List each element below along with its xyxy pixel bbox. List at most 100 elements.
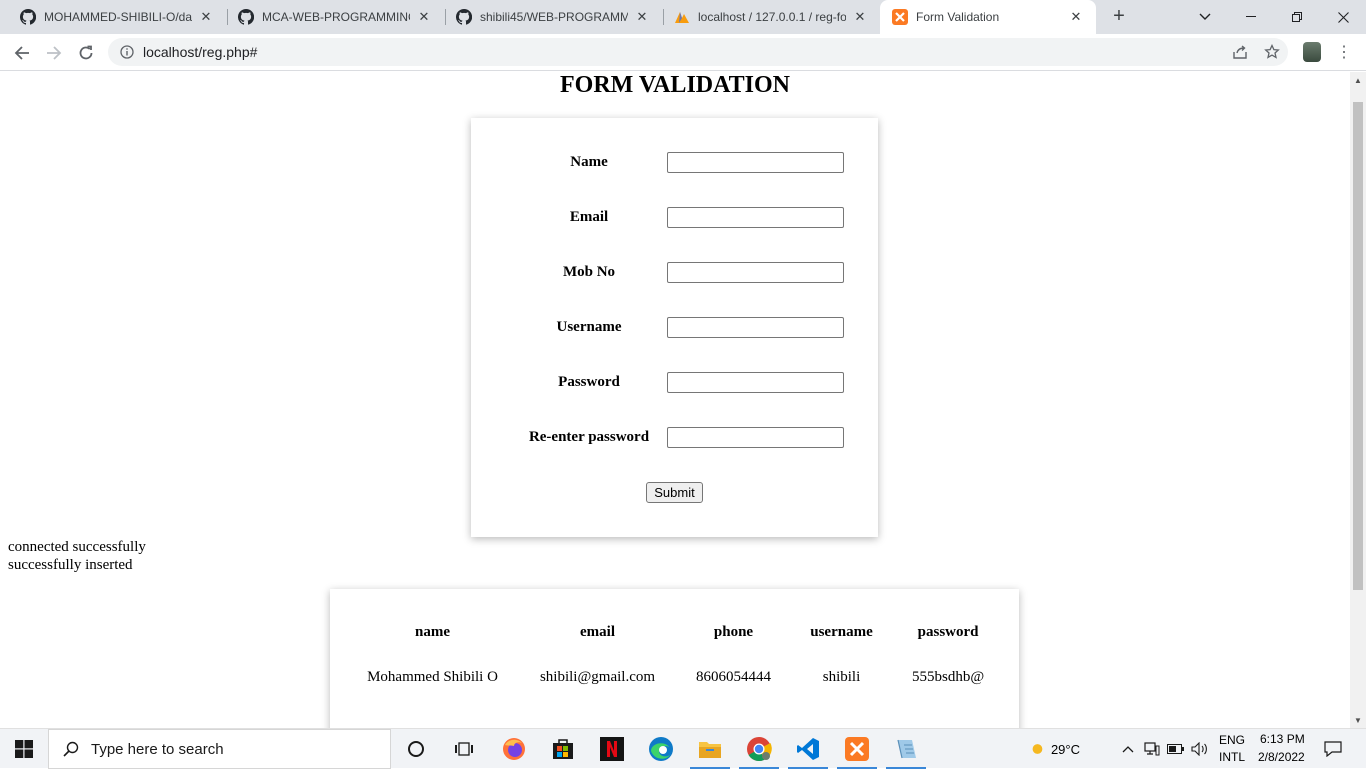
new-tab-button[interactable]: + [1108, 5, 1130, 27]
column-header-name: name [415, 623, 450, 640]
form-row-reenter-password: Re-enter password [471, 427, 878, 449]
tab-title: MCA-WEB-PROGRAMMING/ [262, 10, 410, 24]
users-table: name email phone username password Moham… [350, 613, 1000, 703]
column-header-password: password [917, 623, 979, 640]
name-input[interactable] [667, 152, 844, 173]
submit-button[interactable]: Submit [646, 482, 703, 503]
forward-button[interactable] [41, 40, 67, 66]
password-input[interactable] [667, 372, 844, 393]
firefox-icon[interactable] [490, 729, 538, 769]
clock-time[interactable]: 6:13 PM [1260, 732, 1305, 746]
xampp-taskbar-icon[interactable] [833, 729, 881, 769]
url-text: localhost/reg.php# [143, 44, 258, 60]
close-icon[interactable]: ✕ [1068, 9, 1084, 25]
windows-taskbar: Type here to search 29°C ENG INTL 6:13 P… [0, 728, 1366, 769]
netflix-icon[interactable] [588, 729, 636, 769]
tab-github-shibili[interactable]: shibili45/WEB-PROGRAMMIN ✕ [444, 0, 662, 34]
email-label: Email [569, 209, 609, 225]
users-table-card: name email phone username password Moham… [330, 589, 1019, 728]
mobile-input[interactable] [667, 262, 844, 283]
tab-title: MOHAMMED-SHIBILI-O/data [44, 10, 192, 24]
close-window-button[interactable] [1320, 0, 1366, 34]
browser-toolbar: localhost/reg.php# [0, 34, 1366, 71]
reenter-password-label: Re-enter password [528, 429, 650, 445]
reload-icon [79, 45, 93, 60]
close-icon[interactable]: ✕ [198, 9, 214, 25]
table-row: Mohammed Shibili O shibili@gmail.com 860… [350, 651, 1000, 703]
tab-github-mca[interactable]: MCA-WEB-PROGRAMMING/ ✕ [226, 0, 444, 34]
minimize-button[interactable] [1228, 0, 1274, 34]
column-header-email: email [580, 623, 615, 640]
tab-form-validation[interactable]: Form Validation ✕ [880, 0, 1096, 34]
reenter-password-input[interactable] [667, 427, 844, 448]
cell-password: 555bsdhb@ [912, 668, 985, 685]
restore-button[interactable] [1274, 0, 1320, 34]
cell-phone: 8606054444 [696, 668, 771, 685]
xampp-icon [892, 9, 908, 25]
phpmyadmin-icon [674, 9, 690, 25]
email-input[interactable] [667, 207, 844, 228]
profile-avatar[interactable] [1303, 42, 1321, 62]
scroll-down-arrow-icon[interactable]: ▼ [1350, 712, 1366, 728]
tab-github-data[interactable]: MOHAMMED-SHIBILI-O/data ✕ [8, 0, 226, 34]
page-title: FORM VALIDATION [559, 72, 791, 98]
battery-icon[interactable] [1165, 729, 1187, 769]
username-input[interactable] [667, 317, 844, 338]
column-header-username: username [810, 623, 873, 640]
close-icon[interactable]: ✕ [852, 9, 868, 25]
notifications-icon[interactable] [1320, 729, 1346, 769]
form-row-email: Email [471, 207, 878, 229]
scroll-up-arrow-icon[interactable]: ▲ [1350, 72, 1366, 88]
taskbar-search-box[interactable]: Type here to search [48, 729, 391, 769]
reload-button[interactable] [73, 40, 99, 66]
windows-logo-icon [15, 740, 33, 758]
keyboard-layout[interactable]: INTL [1219, 750, 1245, 764]
vscode-icon[interactable] [784, 729, 832, 769]
notepad-icon[interactable] [882, 729, 930, 769]
search-icon [63, 741, 79, 757]
github-icon [238, 9, 254, 25]
scroll-thumb[interactable] [1353, 102, 1363, 590]
cell-name: Mohammed Shibili O [367, 668, 498, 685]
close-icon[interactable]: ✕ [416, 9, 432, 25]
tab-search-chevron-icon[interactable] [1182, 0, 1228, 34]
bookmark-star-icon[interactable] [1259, 38, 1285, 66]
tab-strip: MOHAMMED-SHIBILI-O/data ✕ MCA-WEB-PROGRA… [0, 0, 1366, 34]
chrome-icon[interactable] [735, 729, 783, 769]
clock-date[interactable]: 2/8/2022 [1258, 750, 1305, 764]
chevron-up-icon[interactable] [1117, 729, 1139, 769]
close-icon[interactable]: ✕ [634, 9, 650, 25]
weather-widget[interactable]: 29°C [1032, 729, 1080, 769]
info-icon[interactable] [119, 44, 135, 60]
task-view-icon[interactable] [440, 729, 488, 769]
username-label: Username [556, 319, 622, 335]
input-language[interactable]: ENG [1219, 733, 1245, 747]
github-icon [20, 9, 36, 25]
arrow-left-icon [14, 46, 29, 60]
volume-icon[interactable] [1189, 729, 1211, 769]
network-icon[interactable] [1141, 729, 1163, 769]
back-button[interactable] [9, 40, 35, 66]
tab-title: Form Validation [916, 10, 1000, 24]
column-header-phone: phone [713, 623, 754, 640]
share-icon[interactable] [1227, 38, 1253, 66]
table-header-row: name email phone username password [350, 613, 1000, 651]
more-menu-icon[interactable]: ⋮ [1336, 43, 1352, 61]
status-line: connected successfully [8, 539, 146, 555]
sun-icon [1032, 744, 1043, 754]
address-bar[interactable]: localhost/reg.php# [108, 38, 1288, 66]
page-scrollbar[interactable]: ▲ ▼ [1350, 72, 1366, 728]
cortana-icon[interactable] [392, 729, 440, 769]
page-viewport: FORM VALIDATION Name Email Mob No Userna… [0, 72, 1350, 728]
tab-title: localhost / 127.0.0.1 / reg-for [698, 10, 846, 24]
arrow-right-icon [47, 46, 62, 60]
file-explorer-icon[interactable] [686, 729, 734, 769]
password-label: Password [558, 374, 620, 390]
edge-icon[interactable] [637, 729, 685, 769]
tab-phpmyadmin[interactable]: localhost / 127.0.0.1 / reg-for ✕ [662, 0, 880, 34]
cell-username: shibili [822, 668, 861, 685]
windows-start-button[interactable] [0, 729, 48, 769]
status-messages: connected successfully successfully inse… [8, 538, 146, 574]
form-row-password: Password [471, 372, 878, 394]
microsoft-store-icon[interactable] [539, 729, 587, 769]
